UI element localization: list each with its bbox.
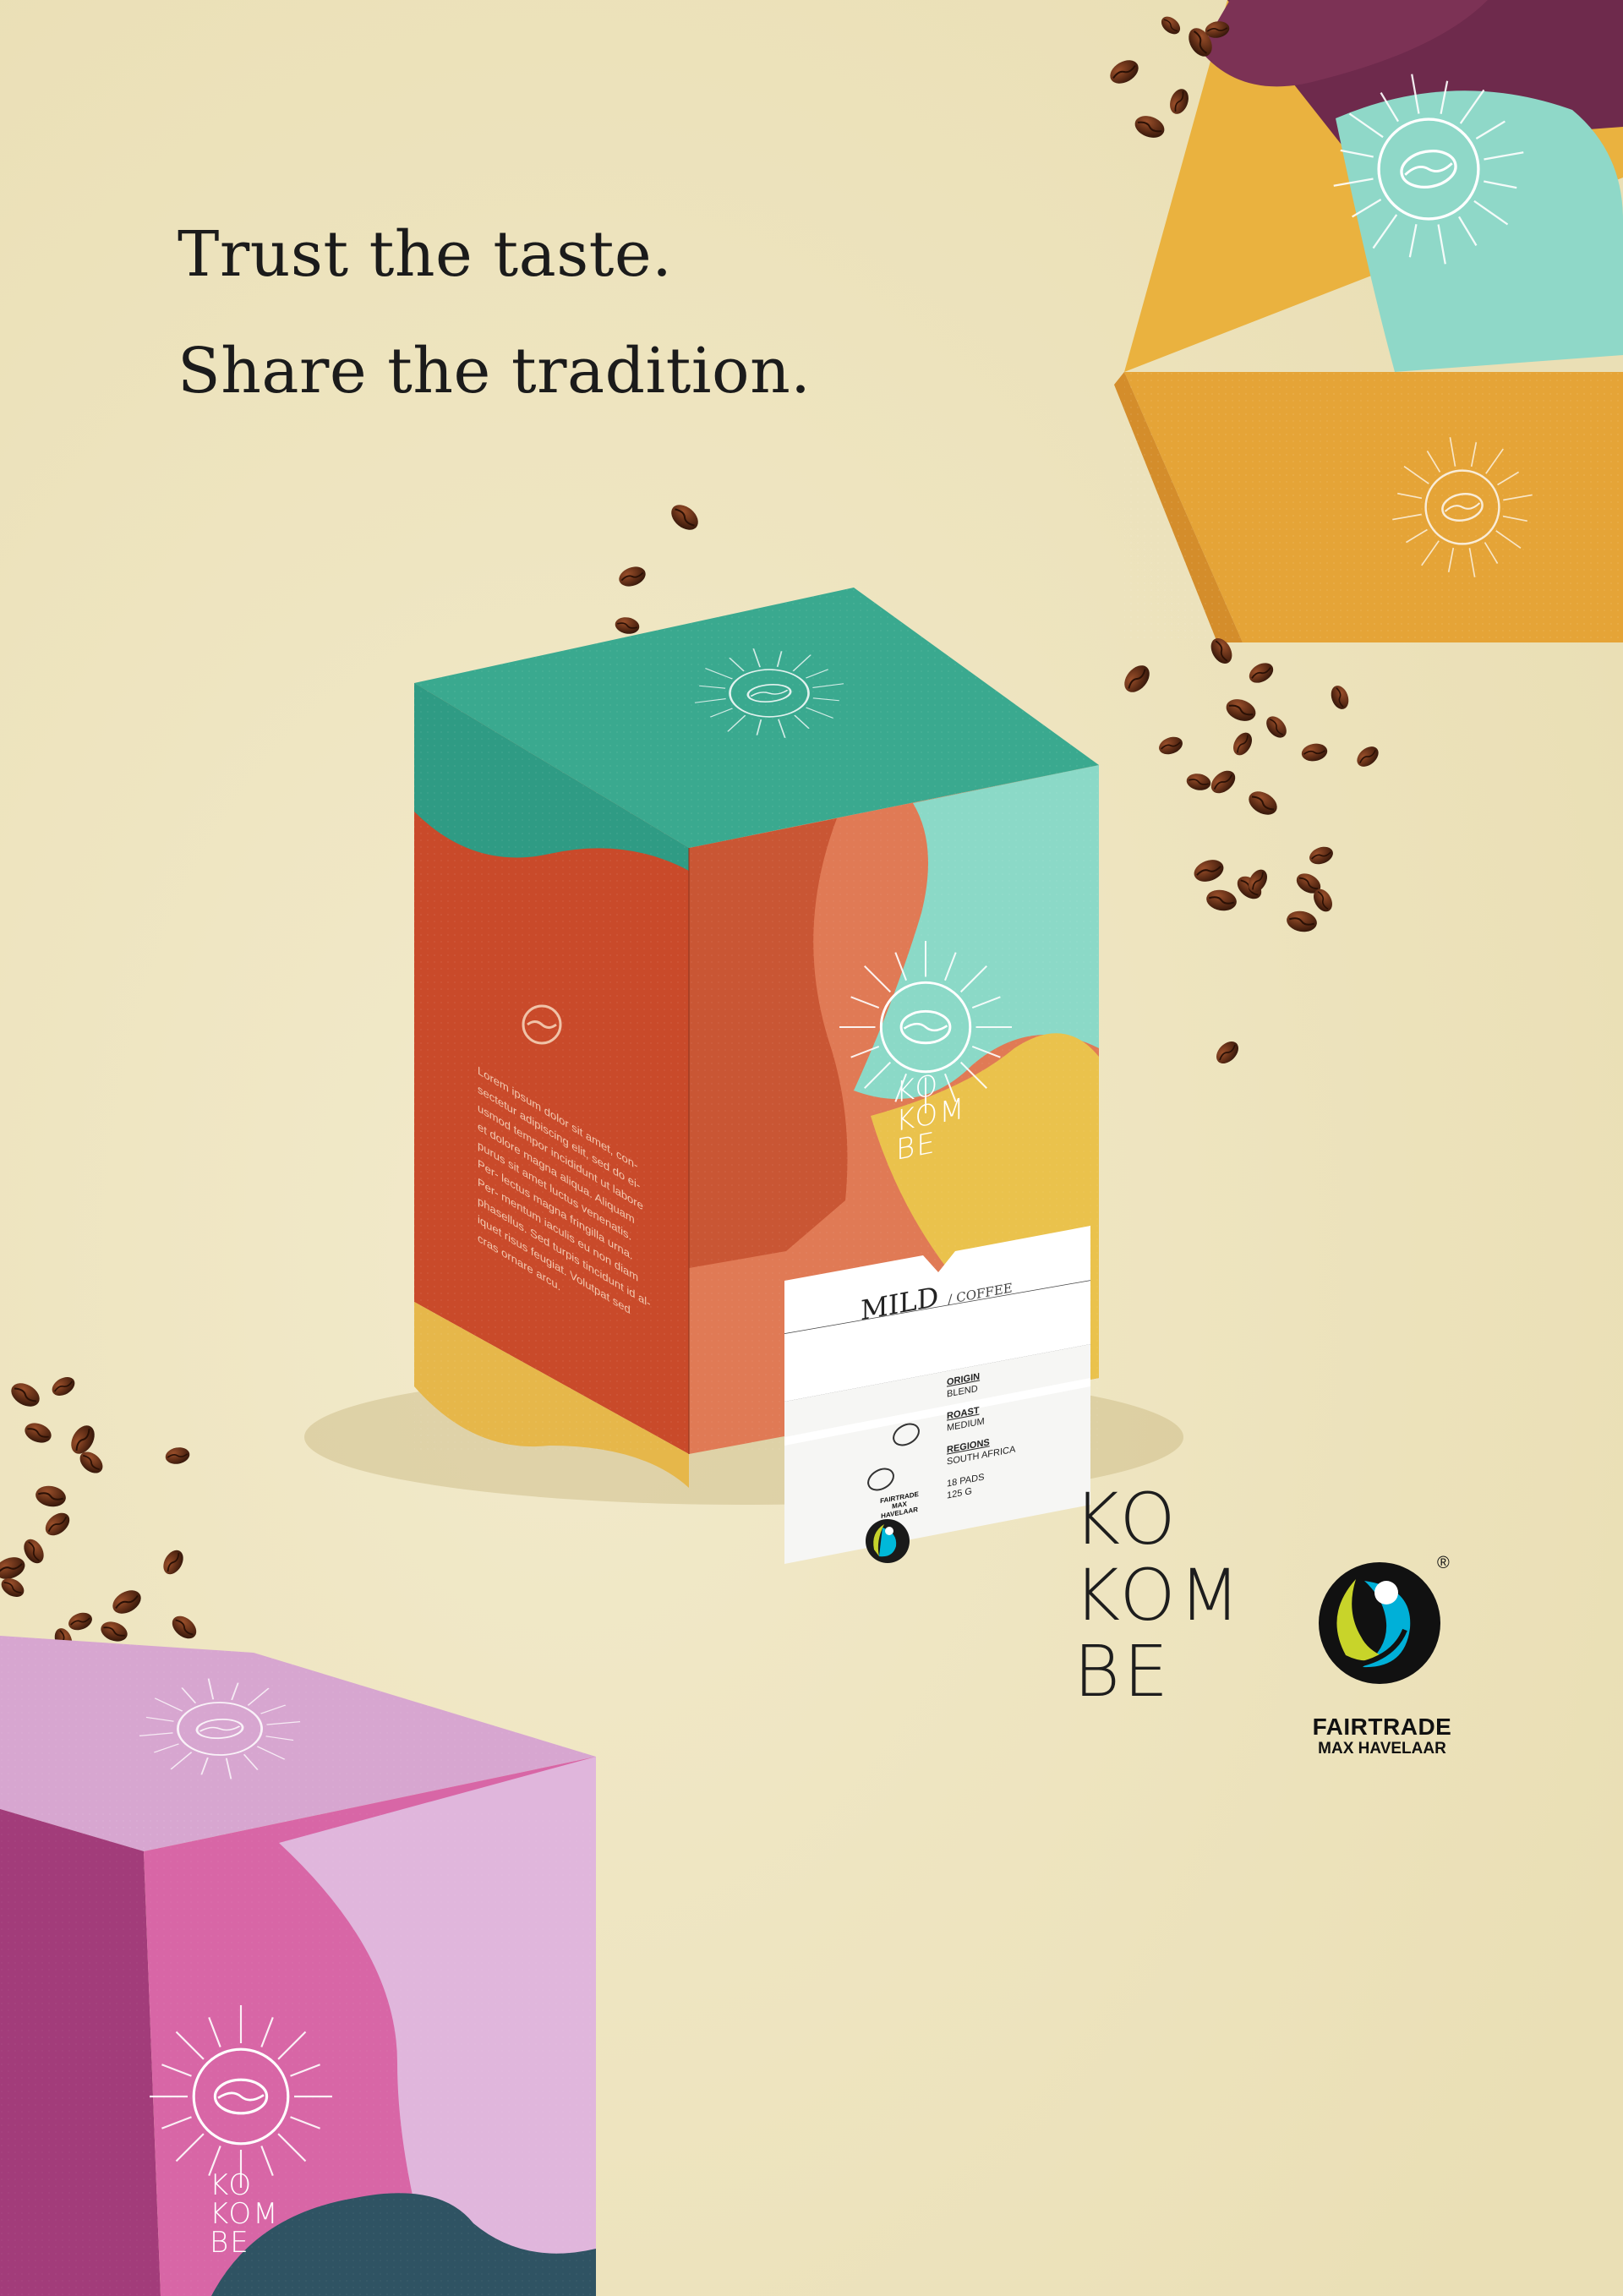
bottom-left-box [0, 1636, 596, 2296]
fairtrade-line-1: FAIRTRADE [1312, 1714, 1452, 1740]
bottom-box-logo-line-3: BE [210, 2226, 250, 2260]
fairtrade-registered-mark: ® [1437, 1554, 1450, 1572]
fairtrade-line-2: MAX HAVELAAR [1318, 1740, 1446, 1758]
headline-line-2: Share the tradition. [178, 335, 812, 407]
bottom-box-logo: KO KOM BE [210, 2171, 280, 2257]
bottom-box-logo-line-1: KO [210, 2168, 254, 2202]
brand-logo-line-1: KO [1074, 1478, 1179, 1561]
headline-line-1: Trust the taste. [178, 218, 673, 291]
headline: Trust the taste. Share the tradition. [178, 196, 811, 429]
brand-logo-line-3: BE [1074, 1630, 1172, 1713]
fairtrade-wordmark: FAIRTRADE MAX HAVELAAR [1306, 1714, 1458, 1758]
product-label [784, 1226, 1091, 1564]
brand-logo-line-2: KOM [1074, 1554, 1244, 1637]
brand-logo: KO KOM BE [1074, 1481, 1243, 1709]
fairtrade-mark-icon [1319, 1562, 1440, 1684]
box-front-logo: KO KOM BE [896, 1065, 966, 1167]
bottom-box-logo-line-2: KOM [210, 2197, 280, 2231]
